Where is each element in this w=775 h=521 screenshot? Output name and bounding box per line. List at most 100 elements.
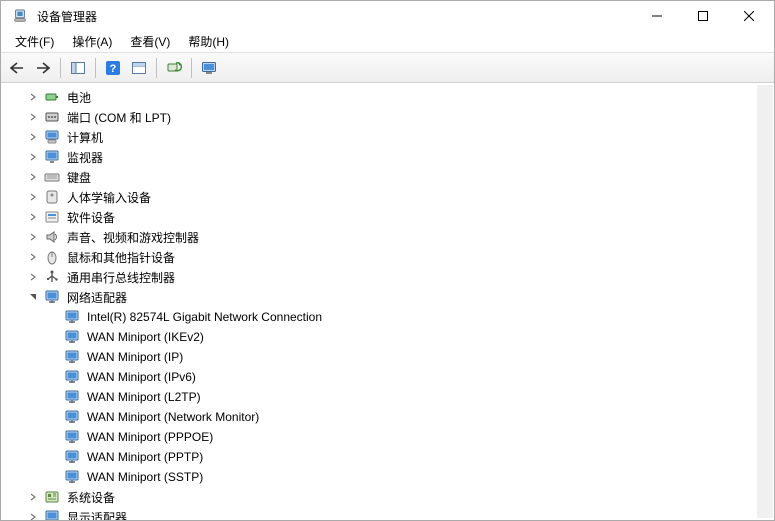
scan-hardware-button[interactable] — [162, 56, 186, 80]
category-keyboards[interactable]: 键盘 — [21, 167, 774, 187]
maximize-button[interactable] — [680, 1, 726, 31]
expand-toggle[interactable] — [27, 271, 39, 283]
device-label: WAN Miniport (Network Monitor) — [85, 410, 259, 424]
network-adapter-icon — [64, 389, 80, 405]
vertical-scrollbar[interactable] — [757, 85, 773, 518]
network-adapter-icon — [64, 429, 80, 445]
category-label: 监视器 — [65, 149, 103, 166]
close-button[interactable] — [726, 1, 772, 31]
device-item[interactable]: WAN Miniport (IKEv2) — [41, 327, 774, 347]
category-label: 系统设备 — [65, 489, 115, 506]
forward-button[interactable] — [31, 56, 55, 80]
help-button[interactable]: ? — [101, 56, 125, 80]
device-label: Intel(R) 82574L Gigabit Network Connecti… — [85, 310, 322, 324]
show-hide-tree-button[interactable] — [66, 56, 90, 80]
menu-file[interactable]: 文件(F) — [7, 31, 62, 52]
network-adapter-icon — [64, 469, 80, 485]
category-label: 端口 (COM 和 LPT) — [65, 109, 171, 126]
device-label: WAN Miniport (PPPOE) — [85, 430, 213, 444]
category-label: 显示适配器 — [65, 509, 127, 521]
category-label: 网络适配器 — [65, 289, 127, 306]
category-software[interactable]: 软件设备 — [21, 207, 774, 227]
monitors-icon — [44, 149, 60, 165]
network-adapter-icon — [64, 369, 80, 385]
expand-toggle[interactable] — [27, 111, 39, 123]
device-label: WAN Miniport (L2TP) — [85, 390, 201, 404]
expand-toggle[interactable] — [27, 491, 39, 503]
network-adapter-icon — [64, 409, 80, 425]
network-adapter-icon — [64, 329, 80, 345]
category-sound[interactable]: 声音、视频和游戏控制器 — [21, 227, 774, 247]
hid-icon — [44, 189, 60, 205]
keyboards-icon — [44, 169, 60, 185]
device-item[interactable]: WAN Miniport (PPTP) — [41, 447, 774, 467]
category-system[interactable]: 系统设备 — [21, 487, 774, 507]
category-display[interactable]: 显示适配器 — [21, 507, 774, 520]
category-label: 声音、视频和游戏控制器 — [65, 229, 199, 246]
device-label: WAN Miniport (IPv6) — [85, 370, 196, 384]
window-title: 设备管理器 — [37, 8, 97, 25]
device-item[interactable]: WAN Miniport (PPPOE) — [41, 427, 774, 447]
category-monitors[interactable]: 监视器 — [21, 147, 774, 167]
device-label: WAN Miniport (SSTP) — [85, 470, 203, 484]
category-label: 通用串行总线控制器 — [65, 269, 175, 286]
expand-toggle[interactable] — [27, 231, 39, 243]
expand-toggle[interactable] — [27, 151, 39, 163]
mouse-icon — [44, 249, 60, 265]
device-tree[interactable]: 电池 端口 (COM 和 LPT) 计算机 监视器 键盘 人体学输入设备 软件设… — [1, 83, 774, 520]
display-icon — [44, 509, 60, 520]
device-label: WAN Miniport (PPTP) — [85, 450, 203, 464]
app-icon — [12, 8, 28, 24]
monitor-button[interactable] — [197, 56, 221, 80]
category-label: 键盘 — [65, 169, 91, 186]
device-item[interactable]: WAN Miniport (SSTP) — [41, 467, 774, 487]
category-label: 鼠标和其他指针设备 — [65, 249, 175, 266]
menu-actions[interactable]: 操作(A) — [64, 31, 120, 52]
toolbar-separator — [95, 58, 96, 78]
category-computer[interactable]: 计算机 — [21, 127, 774, 147]
titlebar: 设备管理器 — [1, 1, 774, 31]
battery-icon — [44, 89, 60, 105]
toolbar-separator — [60, 58, 61, 78]
menu-help[interactable]: 帮助(H) — [180, 31, 237, 52]
expand-toggle[interactable] — [27, 171, 39, 183]
device-manager-window: 设备管理器 文件(F) 操作(A) 查看(V) 帮助(H) — [0, 0, 775, 521]
menubar: 文件(F) 操作(A) 查看(V) 帮助(H) — [1, 31, 774, 53]
expand-toggle[interactable] — [27, 131, 39, 143]
network-adapter-icon — [64, 449, 80, 465]
expand-toggle[interactable] — [27, 511, 39, 520]
device-label: WAN Miniport (IP) — [85, 350, 183, 364]
toolbar-separator — [191, 58, 192, 78]
expand-toggle[interactable] — [27, 91, 39, 103]
expand-toggle[interactable] — [27, 211, 39, 223]
network-icon — [44, 289, 60, 305]
minimize-button[interactable] — [634, 1, 680, 31]
category-network[interactable]: 网络适配器 — [21, 287, 774, 307]
toolbar-separator — [156, 58, 157, 78]
sound-icon — [44, 229, 60, 245]
expand-toggle[interactable] — [27, 291, 39, 303]
device-item[interactable]: WAN Miniport (IPv6) — [41, 367, 774, 387]
category-label: 计算机 — [65, 129, 103, 146]
system-icon — [44, 489, 60, 505]
category-ports[interactable]: 端口 (COM 和 LPT) — [21, 107, 774, 127]
category-hid[interactable]: 人体学输入设备 — [21, 187, 774, 207]
device-item[interactable]: WAN Miniport (Network Monitor) — [41, 407, 774, 427]
category-label: 电池 — [65, 89, 91, 106]
ports-icon — [44, 109, 60, 125]
software-icon — [44, 209, 60, 225]
category-mouse[interactable]: 鼠标和其他指针设备 — [21, 247, 774, 267]
expand-toggle[interactable] — [27, 251, 39, 263]
expand-toggle[interactable] — [27, 191, 39, 203]
network-adapter-icon — [64, 309, 80, 325]
back-button[interactable] — [5, 56, 29, 80]
category-battery[interactable]: 电池 — [21, 87, 774, 107]
menu-view[interactable]: 查看(V) — [122, 31, 178, 52]
device-item[interactable]: Intel(R) 82574L Gigabit Network Connecti… — [41, 307, 774, 327]
category-usb[interactable]: 通用串行总线控制器 — [21, 267, 774, 287]
device-item[interactable]: WAN Miniport (L2TP) — [41, 387, 774, 407]
svg-text:?: ? — [110, 63, 117, 75]
properties-button[interactable] — [127, 56, 151, 80]
device-item[interactable]: WAN Miniport (IP) — [41, 347, 774, 367]
toolbar: ? — [1, 53, 774, 83]
